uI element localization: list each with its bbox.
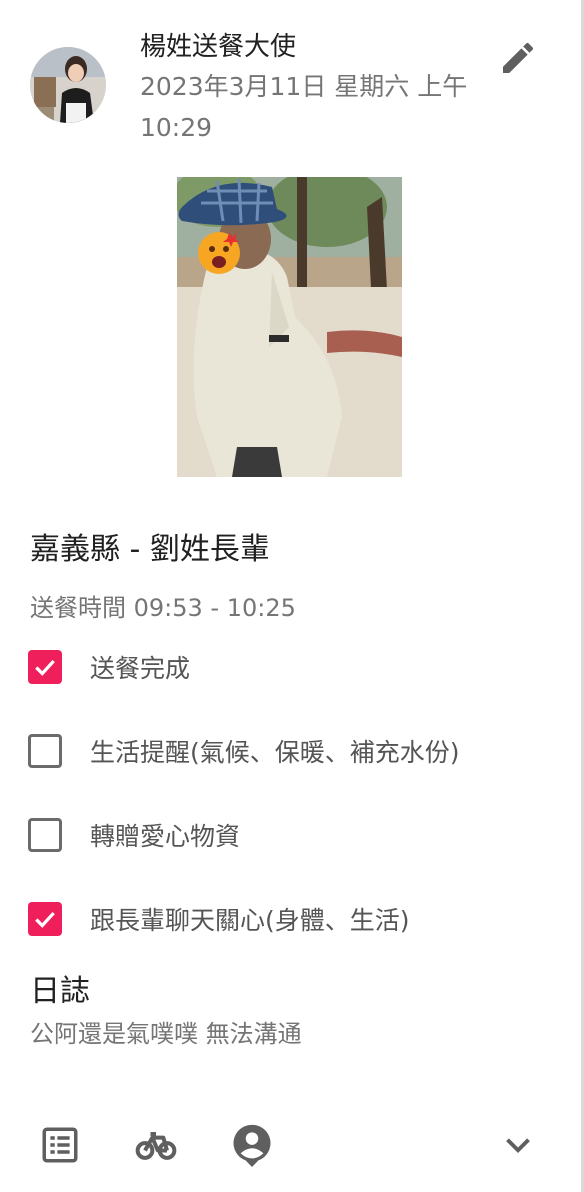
delivery-photo[interactable]	[177, 177, 402, 477]
checklist-item-meal-delivered[interactable]: 送餐完成	[28, 645, 558, 689]
checkbox-unchecked[interactable]	[28, 734, 62, 768]
list-button[interactable]	[37, 1122, 83, 1168]
list-icon	[42, 1127, 78, 1163]
pencil-icon	[503, 42, 534, 73]
bicycle-icon	[135, 1131, 177, 1160]
checklist-item-chat-care[interactable]: 跟長輩聊天關心(身體、生活)	[28, 897, 558, 941]
checklist-label: 跟長輩聊天關心(身體、生活)	[90, 906, 410, 935]
avatar	[30, 47, 106, 123]
checklist-label: 生活提醒(氣候、保暖、補充水份)	[90, 738, 460, 767]
post-timestamp: 2023年3月11日 星期六 上午10:29	[140, 72, 468, 142]
checklist-label: 轉贈愛心物資	[90, 822, 241, 851]
checkbox-checked[interactable]	[28, 902, 62, 936]
checklist-item-life-reminder[interactable]: 生活提醒(氣候、保暖、補充水份)	[28, 729, 558, 773]
checkmark-icon	[35, 911, 55, 928]
expand-button[interactable]	[495, 1122, 541, 1168]
person-pin-icon	[233, 1124, 271, 1167]
avatar-photo	[30, 47, 106, 123]
edit-button[interactable]	[490, 30, 546, 86]
author-name: 楊姓送餐大使	[140, 32, 297, 62]
checkbox-checked[interactable]	[28, 650, 62, 684]
log-text: 公阿還是氣噗噗 無法溝通	[30, 1020, 302, 1048]
delivery-time: 送餐時間 09:53 - 10:25	[30, 594, 296, 622]
checklist-label: 送餐完成	[90, 654, 191, 683]
log-heading: 日誌	[30, 974, 90, 1009]
post-header: 楊姓送餐大使 2023年3月11日 星期六 上午10:29	[0, 0, 584, 150]
recipient-name: 嘉義縣 - 劉姓長輩	[30, 532, 270, 567]
checkbox-unchecked[interactable]	[28, 818, 62, 852]
bicycle-button[interactable]	[133, 1122, 179, 1168]
delivery-photo-image	[177, 177, 402, 477]
person-pin-button[interactable]	[229, 1122, 275, 1168]
checkmark-icon	[35, 659, 55, 676]
chevron-down-icon	[506, 1138, 530, 1154]
checklist-item-donated-supplies[interactable]: 轉贈愛心物資	[28, 813, 558, 857]
